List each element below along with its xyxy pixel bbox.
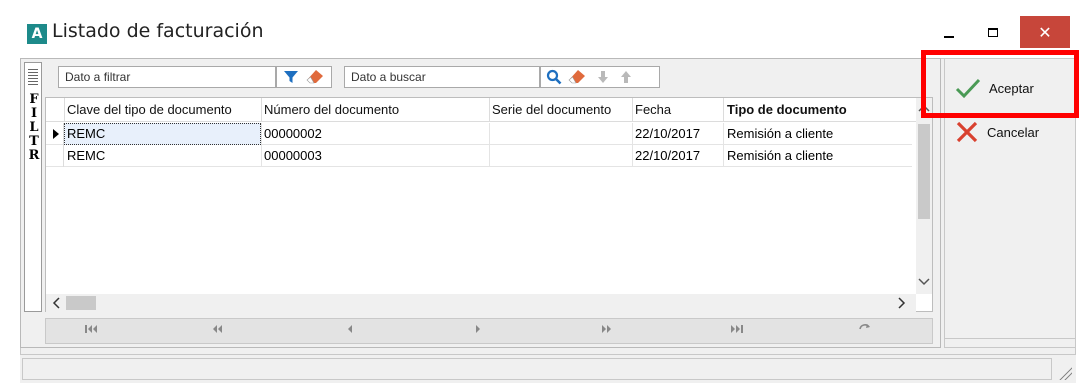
record-navigator: [45, 318, 933, 344]
cell-separator: [632, 123, 633, 145]
previous-page-icon[interactable]: [210, 323, 224, 335]
filter-label: F I L T R: [27, 93, 41, 163]
current-row-arrow-icon: [53, 129, 59, 139]
grip-icon[interactable]: [28, 67, 38, 85]
cell-fecha[interactable]: 22/10/2017: [635, 126, 700, 141]
cell-clave[interactable]: REMC: [67, 126, 105, 141]
app-icon: A: [27, 24, 47, 44]
column-separator[interactable]: [261, 98, 262, 122]
cell-separator: [489, 123, 490, 145]
column-header-tipo[interactable]: Tipo de documento: [727, 102, 847, 117]
filter-letter: L: [29, 120, 39, 135]
resize-grip-icon[interactable]: [1058, 366, 1072, 380]
cancel-label: Cancelar: [987, 124, 1040, 140]
last-record-icon[interactable]: [730, 323, 744, 335]
cell-separator: [261, 123, 262, 145]
column-header-fecha[interactable]: Fecha: [635, 102, 671, 117]
title-bar: A Listado de facturación ✕: [0, 0, 1081, 58]
scroll-left-icon[interactable]: [52, 297, 60, 309]
horizontal-scroll-thumb[interactable]: [66, 296, 96, 310]
minimize-button[interactable]: [926, 16, 972, 48]
filter-toolbar: Dato a filtrar Dato a buscar: [45, 62, 936, 92]
scroll-down-icon[interactable]: [918, 278, 930, 286]
maximize-button[interactable]: [970, 16, 1016, 48]
cell-numero[interactable]: 00000002: [264, 126, 322, 141]
filter-letter: R: [28, 148, 40, 163]
check-icon: [955, 78, 981, 99]
status-bar: [20, 354, 1076, 383]
maximize-icon: [988, 27, 998, 37]
grid-header: Clave del tipo de documento Número del d…: [46, 98, 916, 122]
scroll-up-icon[interactable]: [918, 104, 930, 112]
cell-tipo[interactable]: Remisión a cliente: [727, 126, 833, 141]
column-header-numero[interactable]: Número del documento: [264, 102, 399, 117]
window-title: Listado de facturación: [52, 20, 264, 42]
accept-button[interactable]: Aceptar: [951, 71, 1073, 105]
column-separator[interactable]: [489, 98, 490, 122]
previous-record-icon[interactable]: [346, 323, 354, 335]
filter-letter: F: [29, 92, 39, 107]
vertical-scroll-thumb[interactable]: [918, 124, 930, 219]
column-header-serie[interactable]: Serie del documento: [492, 102, 611, 117]
column-separator[interactable]: [632, 98, 633, 122]
documents-grid: Clave del tipo de documento Número del d…: [45, 97, 933, 312]
funnel-icon[interactable]: [282, 68, 300, 86]
row-indicator: [46, 145, 64, 167]
horizontal-scrollbar[interactable]: [46, 294, 916, 312]
search-input[interactable]: Dato a buscar: [344, 66, 540, 88]
filter-letter: I: [30, 106, 38, 121]
vertical-scrollbar[interactable]: [916, 98, 932, 294]
arrow-up-icon[interactable]: [617, 68, 635, 86]
cell-fecha[interactable]: 22/10/2017: [635, 148, 700, 163]
accept-label: Aceptar: [989, 80, 1034, 96]
cell-separator: [489, 145, 490, 167]
cell-separator: [632, 145, 633, 167]
cell-numero[interactable]: 00000003: [264, 148, 322, 163]
cancel-x-icon: [956, 121, 978, 143]
arrow-down-icon[interactable]: [594, 68, 612, 86]
filter-letter: T: [29, 134, 39, 149]
status-panel: [22, 358, 1052, 380]
cell-separator: [723, 145, 724, 167]
filter-input[interactable]: Dato a filtrar: [58, 66, 276, 88]
next-record-icon[interactable]: [474, 323, 482, 335]
search-icon[interactable]: [545, 68, 563, 86]
minimize-icon: [944, 36, 954, 38]
column-header-clave[interactable]: Clave del tipo de documento: [67, 102, 232, 117]
close-icon: ✕: [1038, 22, 1052, 42]
table-row[interactable]: REMC 00000003 22/10/2017 Remisión a clie…: [46, 145, 912, 167]
eraser-icon[interactable]: [568, 68, 586, 86]
eraser-icon[interactable]: [306, 68, 324, 86]
row-indicator: [46, 123, 64, 145]
actions-panel: Aceptar Cancelar: [944, 58, 1076, 348]
cancel-button[interactable]: Cancelar: [951, 115, 1073, 149]
filter-side-panel[interactable]: F I L T R: [24, 62, 42, 312]
cell-tipo[interactable]: Remisión a cliente: [727, 148, 833, 163]
cell-separator: [261, 145, 262, 167]
close-button[interactable]: ✕: [1020, 16, 1070, 48]
scroll-right-icon[interactable]: [898, 297, 906, 309]
refresh-icon[interactable]: [858, 323, 872, 335]
cell-clave[interactable]: REMC: [67, 148, 105, 163]
cell-separator: [723, 123, 724, 145]
column-separator[interactable]: [723, 98, 724, 122]
table-row[interactable]: REMC 00000002 22/10/2017 Remisión a clie…: [46, 123, 912, 145]
column-separator: [64, 98, 65, 122]
first-record-icon[interactable]: [84, 323, 98, 335]
panel-divider: [944, 338, 1076, 339]
next-page-icon[interactable]: [600, 323, 614, 335]
